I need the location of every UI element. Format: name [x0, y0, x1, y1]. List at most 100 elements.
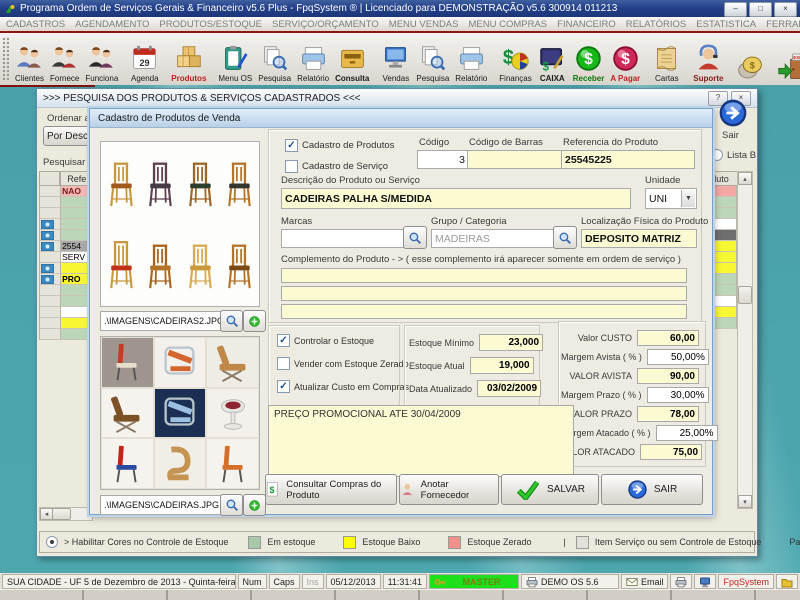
price-value[interactable]: 60,00 [637, 330, 699, 346]
image1-path-field[interactable]: .\IMAGENS\CADEIRAS2.JPG [100, 311, 224, 331]
table-row[interactable] [40, 230, 93, 241]
right-grid-vscrollbar[interactable]: ▴ ▾ [737, 171, 753, 509]
referencia-field[interactable]: 25545225 [561, 150, 695, 169]
toolbar-button-finan-as[interactable]: $Finanças [496, 33, 534, 84]
product-dialog-titlebar[interactable]: Cadastro de Produtos de Venda [90, 109, 712, 128]
table-row[interactable] [40, 307, 93, 318]
marcas-search-button[interactable] [403, 226, 427, 249]
table-row[interactable]: NAO [40, 186, 93, 197]
sair-button[interactable]: SAIR [601, 474, 703, 505]
unidade-select[interactable]: UNI ▼ [645, 188, 697, 209]
price-value[interactable]: 78,00 [637, 406, 699, 422]
table-row[interactable] [40, 318, 93, 329]
close-button[interactable]: × [774, 2, 797, 17]
row-icon-cell[interactable] [40, 219, 61, 230]
toolbar-button-pesquisa[interactable]: Pesquisa [413, 33, 452, 84]
row-icon-cell[interactable] [40, 186, 61, 197]
marcas-field[interactable] [281, 229, 407, 248]
menu-item-0[interactable]: CADASTROS [6, 19, 65, 30]
complemento-line-1[interactable] [281, 286, 687, 301]
codigo-field[interactable]: 3 [417, 150, 469, 169]
vscroll-down-arrow[interactable]: ▾ [738, 495, 752, 508]
menu-item-3[interactable]: SERVIÇO/ORÇAMENTO [272, 19, 379, 30]
anotar-fornecedor-button[interactable]: Anotar Fornecedor [399, 474, 499, 505]
toolbar-button-agenda[interactable]: 29Agenda [127, 33, 162, 84]
row-icon-cell[interactable] [40, 329, 61, 340]
stock-field-value[interactable]: 23,000 [479, 334, 543, 351]
vscroll-up-arrow[interactable]: ▴ [738, 172, 752, 185]
image2-search-button[interactable] [220, 494, 243, 516]
minimize-button[interactable]: – [724, 2, 747, 17]
toolbar-button-exit[interactable]: EXIT [774, 33, 800, 84]
toolbar-button-suporte[interactable]: Suporte [690, 33, 726, 84]
complemento-line-2[interactable] [281, 304, 687, 319]
menu-item-7[interactable]: RELATÓRIOS [626, 19, 687, 30]
menu-item-6[interactable]: FINANCEIRO [557, 19, 616, 30]
sair-circle-button[interactable] [717, 97, 748, 128]
menu-item-8[interactable]: ESTATISTICA [696, 19, 756, 30]
toolbar-button-cartas[interactable]: Cartas [649, 33, 684, 84]
row-icon-cell[interactable] [40, 307, 61, 318]
row-icon-cell[interactable] [40, 230, 61, 241]
complemento-line-0[interactable] [281, 268, 687, 283]
image1-add-button[interactable] [243, 310, 266, 332]
table-row[interactable]: SERV [40, 252, 93, 263]
menu-item-5[interactable]: MENU COMPRAS [468, 19, 547, 30]
hscroll-thumb[interactable] [52, 508, 71, 520]
chevron-down-icon[interactable]: ▼ [681, 190, 695, 207]
consultar-compras-button[interactable]: $ Consultar Compras do Produto [265, 474, 397, 505]
salvar-button[interactable]: SALVAR [501, 474, 599, 505]
toolbar-button-clientes[interactable]: Clientes [12, 33, 47, 84]
image1-search-button[interactable] [220, 310, 243, 332]
toolbar-button-a-pagar[interactable]: $A Pagar [607, 33, 643, 84]
row-icon-cell[interactable] [40, 252, 61, 263]
table-row[interactable] [40, 263, 93, 274]
por-desc-button[interactable]: Por Desc [43, 126, 92, 146]
stock-flag-checkbox-0[interactable]: ✓Controlar o Estoque [277, 334, 395, 347]
table-row[interactable] [40, 219, 93, 230]
menu-item-1[interactable]: AGENDAMENTO [75, 19, 149, 30]
toolbar-button-relat-rio[interactable]: Relatório [294, 33, 332, 84]
vscroll-thumb[interactable] [738, 286, 752, 304]
lista-b-radio[interactable]: Lista B [711, 149, 756, 161]
left-grid-hscrollbar[interactable]: ◂ [39, 507, 93, 521]
toolbar-button-funciona[interactable]: Funciona [82, 33, 121, 84]
toolbar-button-pesquisa[interactable]: Pesquisa [255, 33, 294, 84]
table-row[interactable] [40, 296, 93, 307]
toolbar-button-relat-rio[interactable]: Relatório [452, 33, 490, 84]
table-row[interactable]: PRO [40, 274, 93, 285]
row-icon-cell[interactable] [40, 208, 61, 219]
image2-add-button[interactable] [243, 494, 266, 516]
toolbar-button-menu-os[interactable]: Menu OS [215, 33, 255, 84]
table-row[interactable]: 2554 [40, 241, 93, 252]
promo-note-field[interactable]: PREÇO PROMOCIONAL ATE 30/04/2009 [268, 405, 574, 477]
stock-field-value[interactable]: 03/02/2009 [477, 380, 541, 397]
row-icon-cell[interactable] [40, 263, 61, 274]
toolbar-button-receber[interactable]: $Receber [570, 33, 608, 84]
table-row[interactable] [40, 208, 93, 219]
price-value[interactable]: 75,00 [640, 444, 702, 460]
toolbar-button-produtos[interactable]: Produtos [168, 33, 209, 84]
localizacao-field[interactable]: DEPOSITO MATRIZ [581, 229, 697, 248]
toolbar-button-coin[interactable]: $ [733, 33, 768, 84]
row-icon-cell[interactable] [40, 318, 61, 329]
table-row[interactable] [40, 285, 93, 296]
menu-item-9[interactable]: FERRAMENTAS [766, 19, 800, 30]
price-value[interactable]: 25,00% [656, 425, 718, 441]
row-icon-cell[interactable] [40, 274, 61, 285]
toolbar-button-fornece[interactable]: Fornece [47, 33, 82, 84]
price-value[interactable]: 90,00 [637, 368, 699, 384]
row-icon-cell[interactable] [40, 285, 61, 296]
cadastro-servico-checkbox[interactable]: Cadastro de Serviço [285, 160, 388, 173]
toolbar-button-vendas[interactable]: Vendas [378, 33, 413, 84]
toolbar-button-consulta[interactable]: Consulta [332, 33, 372, 84]
grupo-field[interactable]: MADEIRAS [431, 229, 557, 248]
menu-item-2[interactable]: PRODUTOS/ESTOQUE [159, 19, 262, 30]
grupo-search-button[interactable] [553, 226, 577, 249]
row-icon-cell[interactable] [40, 197, 61, 208]
toolbar-button-caixa[interactable]: $CAIXA [535, 33, 570, 84]
price-value[interactable]: 50,00% [647, 349, 709, 365]
table-row[interactable] [40, 197, 93, 208]
row-icon-cell[interactable] [40, 241, 61, 252]
habilitar-cores-radio[interactable] [46, 536, 58, 548]
